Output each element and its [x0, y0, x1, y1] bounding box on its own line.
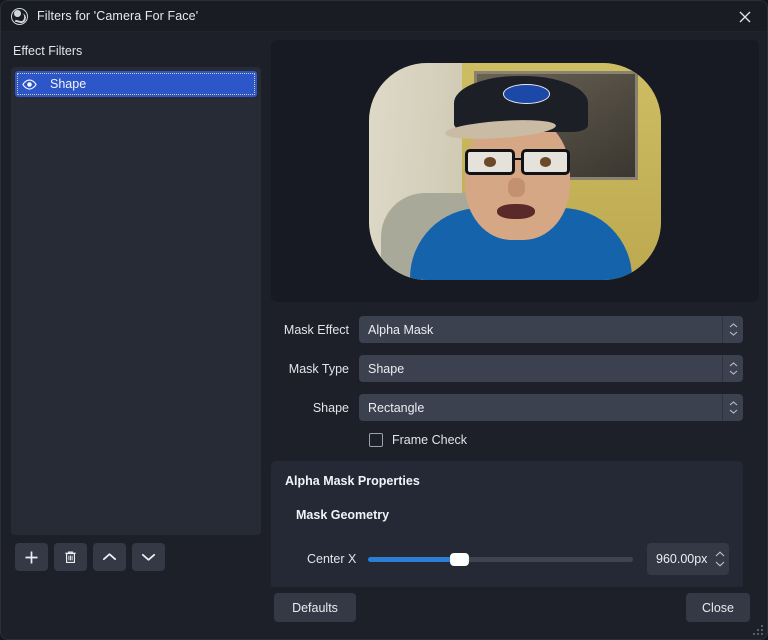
plus-icon: [25, 551, 38, 563]
trash-icon: [65, 551, 76, 563]
chevron-down-icon: [729, 331, 737, 336]
dialog-body: Effect Filters Shape Mask Effect Alpha M…: [1, 32, 767, 587]
chevron-up-icon: [102, 553, 117, 561]
center-x-value: 960.00px: [656, 552, 708, 566]
chevron-down-icon: [729, 370, 737, 375]
title-bar: Filters for 'Camera For Face': [1, 1, 767, 32]
slider-fill: [368, 556, 456, 562]
obs-logo-icon: [11, 7, 28, 25]
alpha-mask-properties-group: Alpha Mask Properties Mask Geometry Cent…: [271, 461, 743, 587]
preview-cap-logo: [503, 84, 551, 104]
chevron-down-icon: [729, 409, 737, 414]
center-x-label: Center X: [307, 552, 357, 566]
add-filter-button[interactable]: [15, 543, 48, 571]
preview-and-properties-panel: Mask Effect Alpha Mask Mask Type Shape S…: [271, 32, 767, 587]
eye-icon[interactable]: [21, 76, 38, 93]
frame-check-row[interactable]: Frame Check: [369, 433, 743, 447]
center-x-spinbox[interactable]: 960.00px: [647, 543, 729, 575]
filter-list[interactable]: Shape: [11, 67, 261, 535]
chevron-down-icon: [141, 553, 156, 561]
effect-filters-panel: Effect Filters Shape: [1, 32, 271, 587]
move-filter-down-button[interactable]: [132, 543, 165, 571]
center-x-row: Center X 960.00px: [285, 543, 729, 575]
shape-spinner[interactable]: [722, 394, 743, 421]
chevron-up-icon: [715, 551, 724, 557]
preview-person-mouth: [497, 203, 536, 219]
list-item[interactable]: Shape: [15, 71, 257, 97]
filter-list-toolbar: [11, 535, 261, 587]
mask-effect-row: Mask Effect Alpha Mask: [271, 316, 743, 343]
list-item-label: Shape: [50, 77, 87, 91]
alpha-mask-properties-title: Alpha Mask Properties: [285, 474, 420, 488]
preview-glasses-bridge: [515, 157, 524, 161]
masked-video-frame: [369, 62, 661, 280]
mask-geometry-title: Mask Geometry: [296, 508, 390, 522]
remove-filter-button[interactable]: [54, 543, 87, 571]
mask-type-value: Shape: [359, 355, 722, 382]
shape-label: Shape: [312, 400, 349, 415]
mask-effect-value: Alpha Mask: [359, 316, 722, 343]
window-close-button[interactable]: [723, 1, 767, 32]
dialog-footer: Defaults Close: [1, 587, 767, 639]
chevron-up-icon: [729, 401, 737, 406]
chevron-up-icon: [729, 323, 737, 328]
frame-check-label: Frame Check: [392, 433, 468, 447]
slider-handle[interactable]: [449, 552, 469, 566]
close-icon: [739, 11, 751, 22]
mask-effect-select[interactable]: Alpha Mask: [359, 316, 743, 343]
mask-type-label: Mask Type: [288, 361, 349, 376]
preview-eye-right: [539, 156, 552, 167]
shape-select[interactable]: Rectangle: [359, 394, 743, 421]
mask-type-spinner[interactable]: [722, 355, 743, 382]
video-preview[interactable]: [271, 40, 759, 302]
center-x-spinner[interactable]: [710, 551, 729, 567]
move-filter-up-button[interactable]: [93, 543, 126, 571]
effect-filters-heading: Effect Filters: [13, 44, 83, 58]
defaults-button[interactable]: Defaults: [274, 593, 356, 622]
chevron-down-icon: [715, 561, 724, 567]
frame-check-checkbox[interactable]: [369, 433, 383, 447]
center-x-slider[interactable]: [368, 550, 633, 568]
shape-row: Shape Rectangle: [271, 394, 743, 421]
chevron-up-icon: [729, 362, 737, 367]
mask-effect-label: Mask Effect: [283, 322, 349, 337]
mask-effect-spinner[interactable]: [722, 316, 743, 343]
resize-grip[interactable]: [751, 623, 763, 635]
close-button[interactable]: Close: [686, 593, 750, 622]
preview-person-nose: [507, 177, 526, 198]
properties-scrollbar[interactable]: [748, 572, 757, 585]
mask-type-select[interactable]: Shape: [359, 355, 743, 382]
window-title: Filters for 'Camera For Face': [37, 9, 199, 23]
properties-area: Mask Effect Alpha Mask Mask Type Shape S…: [271, 302, 759, 587]
preview-eye-left: [484, 156, 496, 167]
filters-dialog-window: Filters for 'Camera For Face' Effect Fil…: [0, 0, 768, 640]
shape-value: Rectangle: [359, 394, 722, 421]
mask-type-row: Mask Type Shape: [271, 355, 743, 382]
